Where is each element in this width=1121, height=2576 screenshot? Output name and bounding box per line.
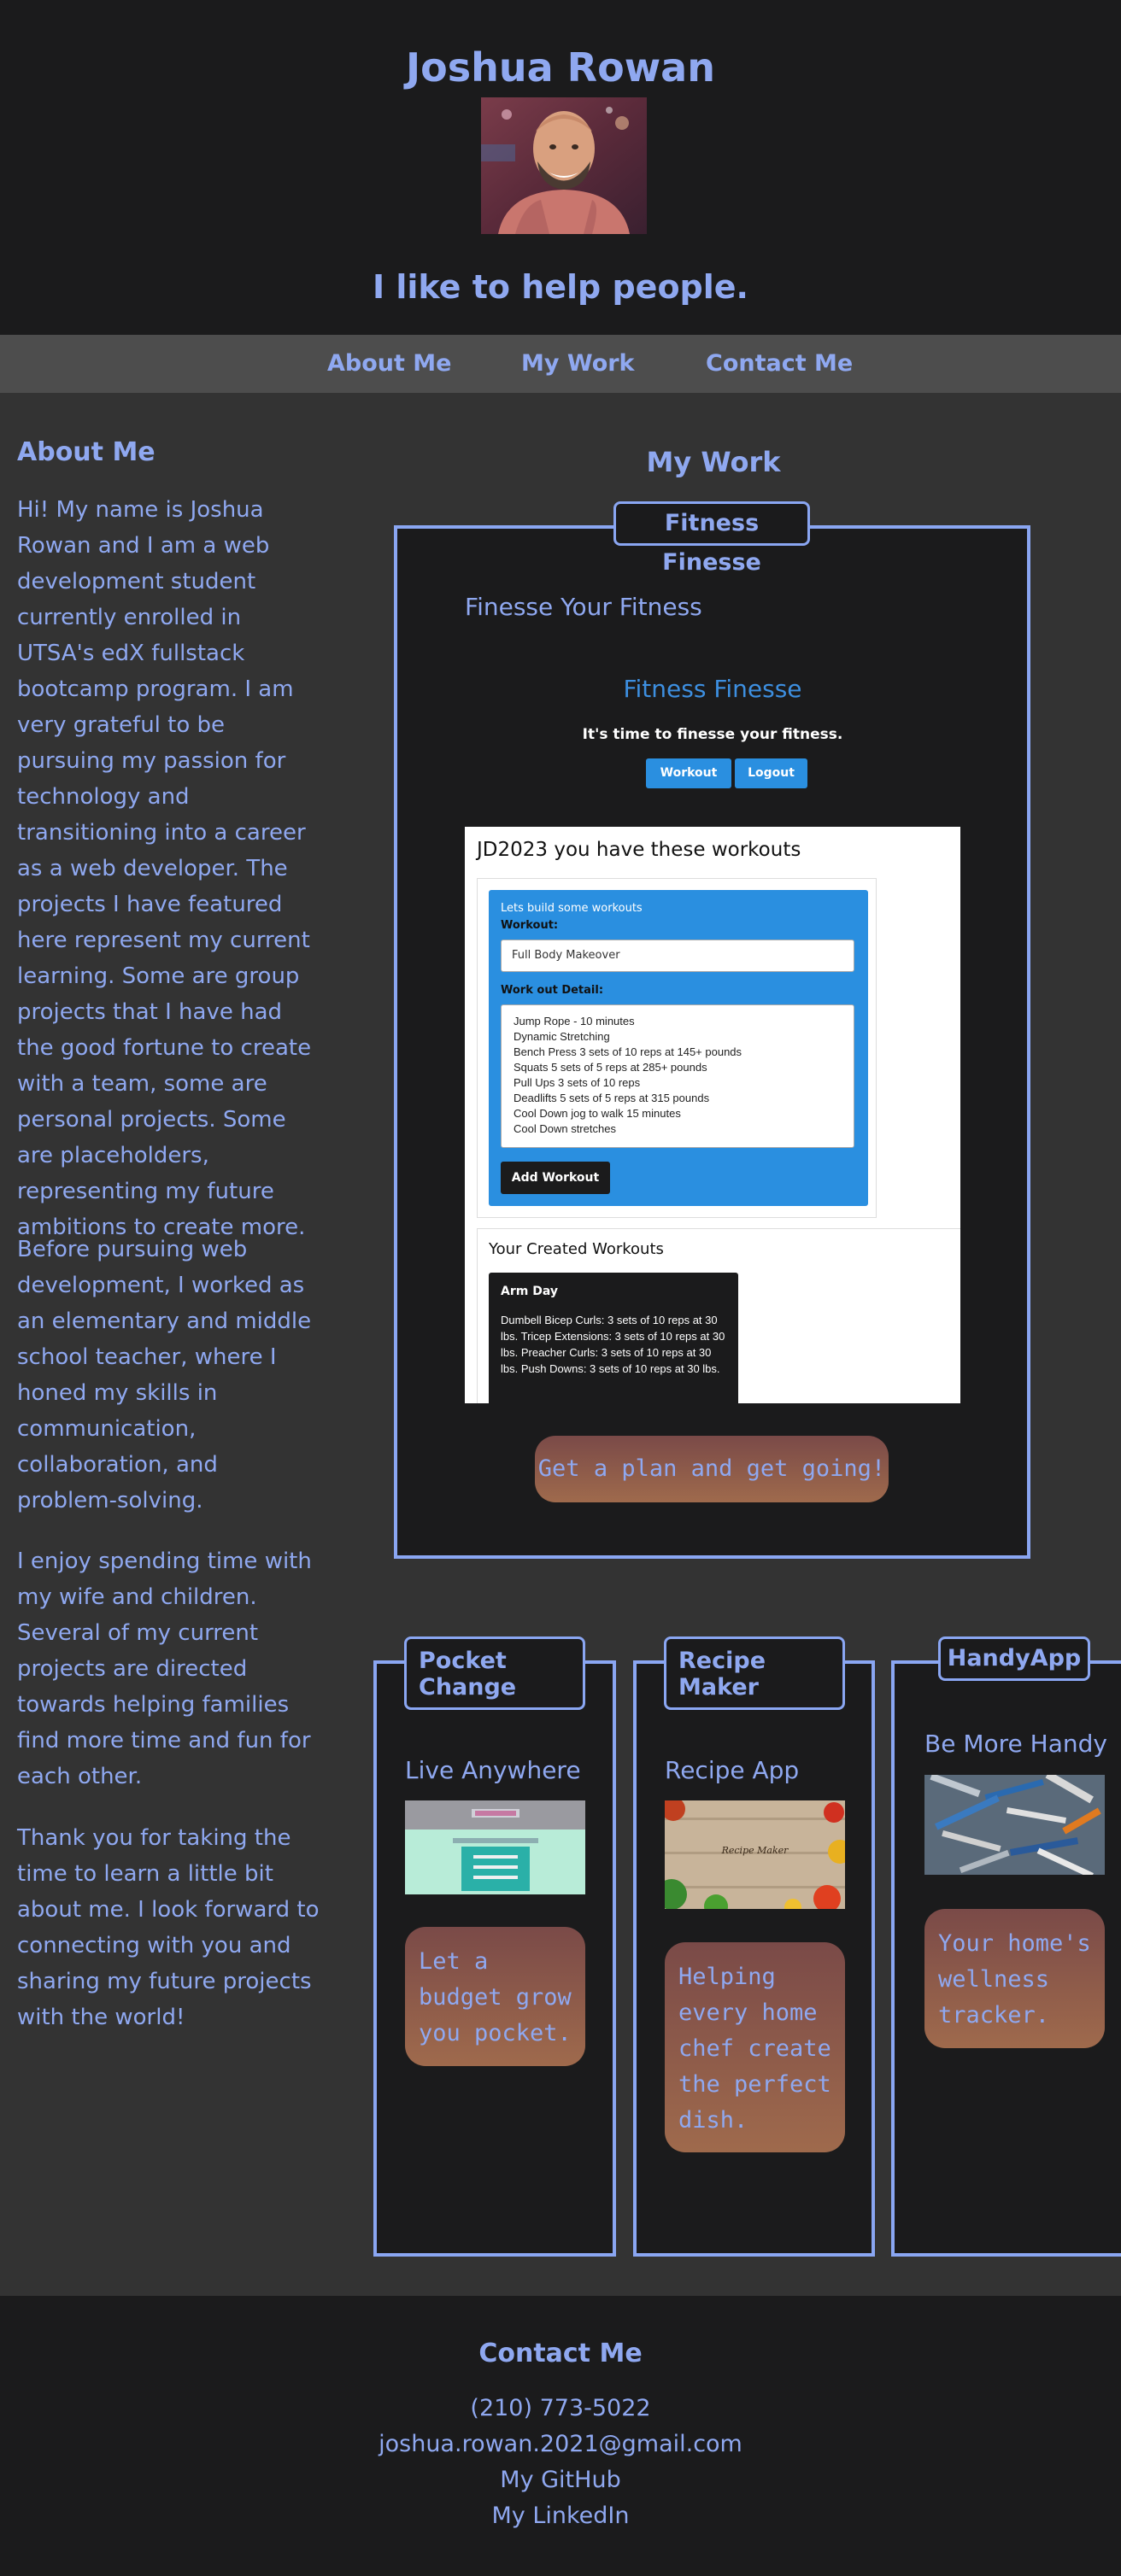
detail-label: Work out Detail: xyxy=(501,984,604,997)
workouts-area: JD2023 you have these workouts Lets buil… xyxy=(465,827,960,1403)
form-intro: Lets build some workouts xyxy=(501,902,643,915)
detail-line: Deadlifts 5 sets of 5 reps at 315 pounds xyxy=(514,1092,710,1104)
main-nav: About Me My Work Contact Me xyxy=(0,335,1121,393)
about-heading: About Me xyxy=(17,437,156,467)
cta-button[interactable]: Let a budget grow you pocket. xyxy=(405,1927,585,2066)
workout-input: Full Body Makeover xyxy=(501,940,854,972)
contact-phone[interactable]: (210) 773-5022 xyxy=(0,2395,1121,2421)
contact-heading: Contact Me xyxy=(478,2339,643,2368)
detail-line: Squats 5 sets of 5 reps at 285+ pounds xyxy=(514,1061,707,1074)
project-subtitle: Finesse Your Fitness xyxy=(465,593,702,621)
contact-footer: Contact Me (210) 773-5022 joshua.rowan.2… xyxy=(0,2296,1121,2576)
detail-line: Pull Ups 3 sets of 10 reps xyxy=(514,1076,641,1089)
card-body: Dumbell Bicep Curls: 3 sets of 10 reps a… xyxy=(501,1314,725,1375)
nav-my-work[interactable]: My Work xyxy=(521,350,635,377)
detail-line: Dynamic Stretching xyxy=(514,1030,610,1043)
workout-card: Arm Day Dumbell Bicep Curls: 3 sets of 1… xyxy=(489,1273,738,1403)
detail-line: Cool Down stretches xyxy=(514,1122,616,1135)
project-subtitle: Live Anywhere xyxy=(405,1756,581,1784)
add-workout-button: Add Workout xyxy=(501,1162,610,1194)
avatar xyxy=(481,97,647,234)
nav-contact-me[interactable]: Contact Me xyxy=(706,350,853,377)
detail-line: Cool Down jog to walk 15 minutes xyxy=(514,1107,681,1120)
workout-label: Workout: xyxy=(501,919,559,932)
detail-line: Bench Press 3 sets of 10 reps at 145+ po… xyxy=(514,1045,742,1058)
cta-button[interactable]: Get a plan and get going! xyxy=(535,1436,889,1502)
created-heading: Your Created Workouts xyxy=(489,1240,664,1258)
project-screenshot[interactable] xyxy=(405,1800,585,1894)
cta-button[interactable]: Your home's wellness tracker. xyxy=(924,1909,1105,2048)
project-subtitle: Be More Handy xyxy=(924,1730,1107,1758)
site-header: Joshua Rowan I like to help people. xyxy=(0,0,1121,335)
cta-button[interactable]: Helping every home chef create the perfe… xyxy=(665,1942,845,2152)
detail-textarea: Jump Rope - 10 minutes Dynamic Stretchin… xyxy=(501,1004,854,1148)
project-screenshot[interactable] xyxy=(924,1775,1105,1875)
image-caption: Recipe Maker xyxy=(721,1845,789,1856)
project-tag[interactable]: Pocket Change xyxy=(404,1636,585,1710)
workout-form: Lets build some workouts Workout: Full B… xyxy=(489,890,868,1206)
site-title: Joshua Rowan xyxy=(406,44,715,91)
app-title: Fitness Finesse xyxy=(623,675,802,703)
contact-email[interactable]: joshua.rowan.2021@gmail.com xyxy=(0,2431,1121,2457)
project-screenshot[interactable]: Recipe Maker xyxy=(665,1800,845,1909)
linkedin-link[interactable]: My LinkedIn xyxy=(0,2503,1121,2529)
project-tag[interactable]: HandyApp xyxy=(938,1636,1090,1681)
app-subtitle: It's time to finesse your fitness. xyxy=(582,726,843,743)
github-link[interactable]: My GitHub xyxy=(0,2467,1121,2493)
about-paragraph-4: Thank you for taking the time to learn a… xyxy=(17,1825,320,2030)
logout-button: Logout xyxy=(735,758,807,788)
about-paragraph-1: Hi! My name is Joshua Rowan and I am a w… xyxy=(17,497,312,1240)
workouts-heading: JD2023 you have these workouts xyxy=(477,839,801,861)
project-tag[interactable]: Fitness Finesse xyxy=(613,501,810,576)
nav-about-me[interactable]: About Me xyxy=(327,350,451,377)
project-subtitle: Recipe App xyxy=(665,1756,800,1784)
about-paragraph-3: I enjoy spending time with my wife and c… xyxy=(17,1549,312,1789)
project-screenshot[interactable]: Fitness Finesse It's time to finesse you… xyxy=(465,641,960,1403)
work-heading: My Work xyxy=(646,446,781,478)
detail-line: Jump Rope - 10 minutes xyxy=(514,1015,635,1027)
about-paragraph-2: Before pursuing web development, I worke… xyxy=(17,1237,312,1513)
workout-button: Workout xyxy=(646,758,731,788)
card-title: Arm Day xyxy=(501,1285,558,1298)
project-tag[interactable]: Recipe Maker xyxy=(664,1636,845,1710)
tagline: I like to help people. xyxy=(373,268,748,306)
